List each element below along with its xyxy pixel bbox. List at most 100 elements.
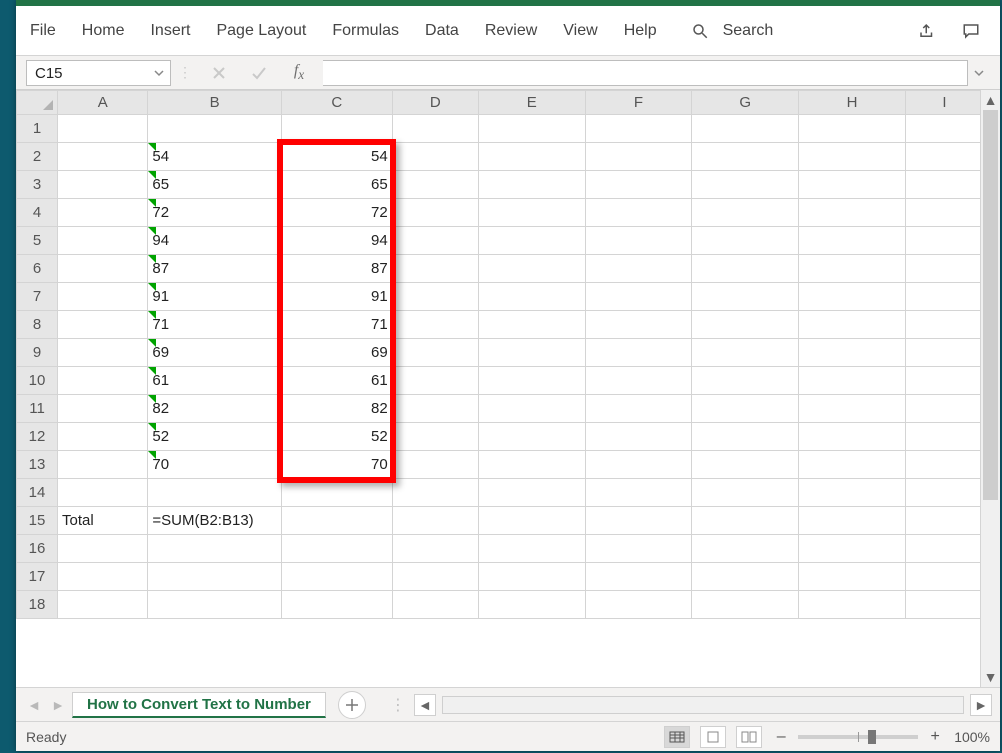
cell-C13[interactable]: 70 [281, 451, 392, 479]
cell-D1[interactable] [392, 115, 478, 143]
cell-A11[interactable] [58, 395, 148, 423]
cell-H5[interactable] [799, 227, 906, 255]
comments-button[interactable] [956, 16, 986, 46]
cell-G15[interactable] [692, 507, 799, 535]
cell-I16[interactable] [905, 535, 980, 563]
column-header-C[interactable]: C [281, 91, 392, 115]
cell-C4[interactable]: 72 [281, 199, 392, 227]
cell-B5[interactable]: 94 [148, 227, 281, 255]
cell-D6[interactable] [392, 255, 478, 283]
cell-G9[interactable] [692, 339, 799, 367]
cell-F9[interactable] [585, 339, 692, 367]
cell-E17[interactable] [478, 563, 585, 591]
cell-A17[interactable] [58, 563, 148, 591]
spreadsheet-grid[interactable]: ABCDEFGHI1254543656547272594946878779191… [16, 90, 980, 687]
cell-A7[interactable] [58, 283, 148, 311]
cell-E8[interactable] [478, 311, 585, 339]
cell-I14[interactable] [905, 479, 980, 507]
cell-E16[interactable] [478, 535, 585, 563]
cell-B9[interactable]: 69 [148, 339, 281, 367]
cell-C11[interactable]: 82 [281, 395, 392, 423]
cell-H16[interactable] [799, 535, 906, 563]
formula-input[interactable] [323, 60, 968, 86]
cell-C9[interactable]: 69 [281, 339, 392, 367]
view-normal-button[interactable] [664, 726, 690, 748]
row-header-8[interactable]: 8 [17, 311, 58, 339]
cell-D13[interactable] [392, 451, 478, 479]
share-button[interactable] [912, 16, 942, 46]
cell-C15[interactable] [281, 507, 392, 535]
cell-E9[interactable] [478, 339, 585, 367]
cell-A4[interactable] [58, 199, 148, 227]
cell-E3[interactable] [478, 171, 585, 199]
row-header-15[interactable]: 15 [17, 507, 58, 535]
cell-E5[interactable] [478, 227, 585, 255]
row-header-7[interactable]: 7 [17, 283, 58, 311]
cell-E6[interactable] [478, 255, 585, 283]
row-header-11[interactable]: 11 [17, 395, 58, 423]
cell-I7[interactable] [905, 283, 980, 311]
cell-C17[interactable] [281, 563, 392, 591]
cell-A18[interactable] [58, 591, 148, 619]
cell-H3[interactable] [799, 171, 906, 199]
column-header-B[interactable]: B [148, 91, 281, 115]
cell-E18[interactable] [478, 591, 585, 619]
cell-F1[interactable] [585, 115, 692, 143]
cell-I12[interactable] [905, 423, 980, 451]
cell-D4[interactable] [392, 199, 478, 227]
cell-F10[interactable] [585, 367, 692, 395]
row-header-13[interactable]: 13 [17, 451, 58, 479]
tab-formulas[interactable]: Formulas [332, 22, 399, 40]
cell-A1[interactable] [58, 115, 148, 143]
cell-A3[interactable] [58, 171, 148, 199]
cell-H9[interactable] [799, 339, 906, 367]
cell-D12[interactable] [392, 423, 478, 451]
row-header-1[interactable]: 1 [17, 115, 58, 143]
tab-view[interactable]: View [563, 22, 597, 40]
cell-C3[interactable]: 65 [281, 171, 392, 199]
scroll-down-icon[interactable]: ▼ [981, 667, 1000, 687]
cell-C6[interactable]: 87 [281, 255, 392, 283]
cell-B15[interactable]: =SUM(B2:B13) [148, 507, 281, 535]
cell-D2[interactable] [392, 143, 478, 171]
cell-E11[interactable] [478, 395, 585, 423]
scroll-grip-icon[interactable]: ⋮ [390, 695, 408, 715]
cell-H1[interactable] [799, 115, 906, 143]
cell-H12[interactable] [799, 423, 906, 451]
cell-C16[interactable] [281, 535, 392, 563]
column-header-D[interactable]: D [392, 91, 478, 115]
cell-G17[interactable] [692, 563, 799, 591]
cell-B1[interactable] [148, 115, 281, 143]
cell-H2[interactable] [799, 143, 906, 171]
tab-review[interactable]: Review [485, 22, 537, 40]
cell-A15[interactable]: Total [58, 507, 148, 535]
row-header-5[interactable]: 5 [17, 227, 58, 255]
cell-H4[interactable] [799, 199, 906, 227]
cell-D5[interactable] [392, 227, 478, 255]
view-page-break-button[interactable] [736, 726, 762, 748]
vertical-scroll-track[interactable] [981, 110, 1000, 667]
cell-F18[interactable] [585, 591, 692, 619]
cell-H6[interactable] [799, 255, 906, 283]
cell-E13[interactable] [478, 451, 585, 479]
column-header-H[interactable]: H [799, 91, 906, 115]
cell-B6[interactable]: 87 [148, 255, 281, 283]
cell-D10[interactable] [392, 367, 478, 395]
tab-help[interactable]: Help [624, 22, 657, 40]
cell-F5[interactable] [585, 227, 692, 255]
zoom-percent[interactable]: 100% [954, 729, 990, 745]
cell-G1[interactable] [692, 115, 799, 143]
scroll-right-icon[interactable]: ► [970, 694, 992, 716]
cell-B2[interactable]: 54 [148, 143, 281, 171]
row-header-4[interactable]: 4 [17, 199, 58, 227]
column-header-I[interactable]: I [905, 91, 980, 115]
cell-F16[interactable] [585, 535, 692, 563]
zoom-slider[interactable]: – + [772, 728, 944, 746]
row-header-18[interactable]: 18 [17, 591, 58, 619]
search-group[interactable]: Search [691, 22, 774, 40]
expand-formula-bar-icon[interactable] [968, 60, 990, 85]
column-header-A[interactable]: A [58, 91, 148, 115]
cell-E1[interactable] [478, 115, 585, 143]
row-header-10[interactable]: 10 [17, 367, 58, 395]
cell-C5[interactable]: 94 [281, 227, 392, 255]
